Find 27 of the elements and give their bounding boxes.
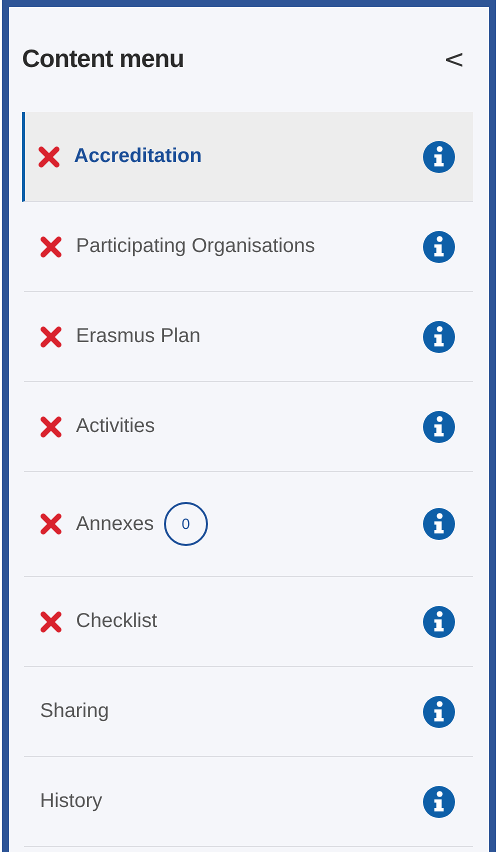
menu-item-label: Erasmus Plan	[76, 325, 200, 348]
menu-item-label: Participating Organisations	[76, 235, 316, 258]
menu-item[interactable]: Erasmus Plan	[24, 292, 473, 382]
info-icon[interactable]	[423, 230, 455, 262]
menu-item[interactable]: Participating Organisations	[24, 202, 473, 292]
info-icon[interactable]	[423, 410, 455, 442]
menu-item[interactable]: Accreditation	[22, 112, 473, 202]
menu-item-label: Checklist	[76, 610, 158, 633]
info-icon[interactable]	[423, 320, 455, 352]
menu-item[interactable]: Sharing	[24, 667, 473, 757]
info-icon[interactable]	[423, 508, 455, 540]
panel-title: Content menu	[22, 45, 184, 74]
info-icon[interactable]	[423, 140, 455, 172]
menu-item-label: Annexes	[76, 512, 154, 536]
collapse-button[interactable]: <	[435, 44, 473, 74]
menu-item-label: Sharing	[40, 700, 109, 723]
menu-item[interactable]: History	[24, 757, 473, 847]
count-badge: 0	[164, 502, 208, 546]
info-icon[interactable]	[423, 696, 455, 728]
info-icon[interactable]	[423, 786, 455, 818]
menu-item[interactable]: Checklist	[24, 577, 473, 667]
menu-item[interactable]: Activities	[24, 382, 473, 472]
menu-item[interactable]: Annexes 0	[24, 472, 473, 577]
menu-item-label: Activities	[76, 415, 155, 438]
menu-item-label: Accreditation	[74, 145, 202, 168]
info-icon[interactable]	[423, 606, 455, 638]
menu-item-label: History	[40, 790, 102, 813]
